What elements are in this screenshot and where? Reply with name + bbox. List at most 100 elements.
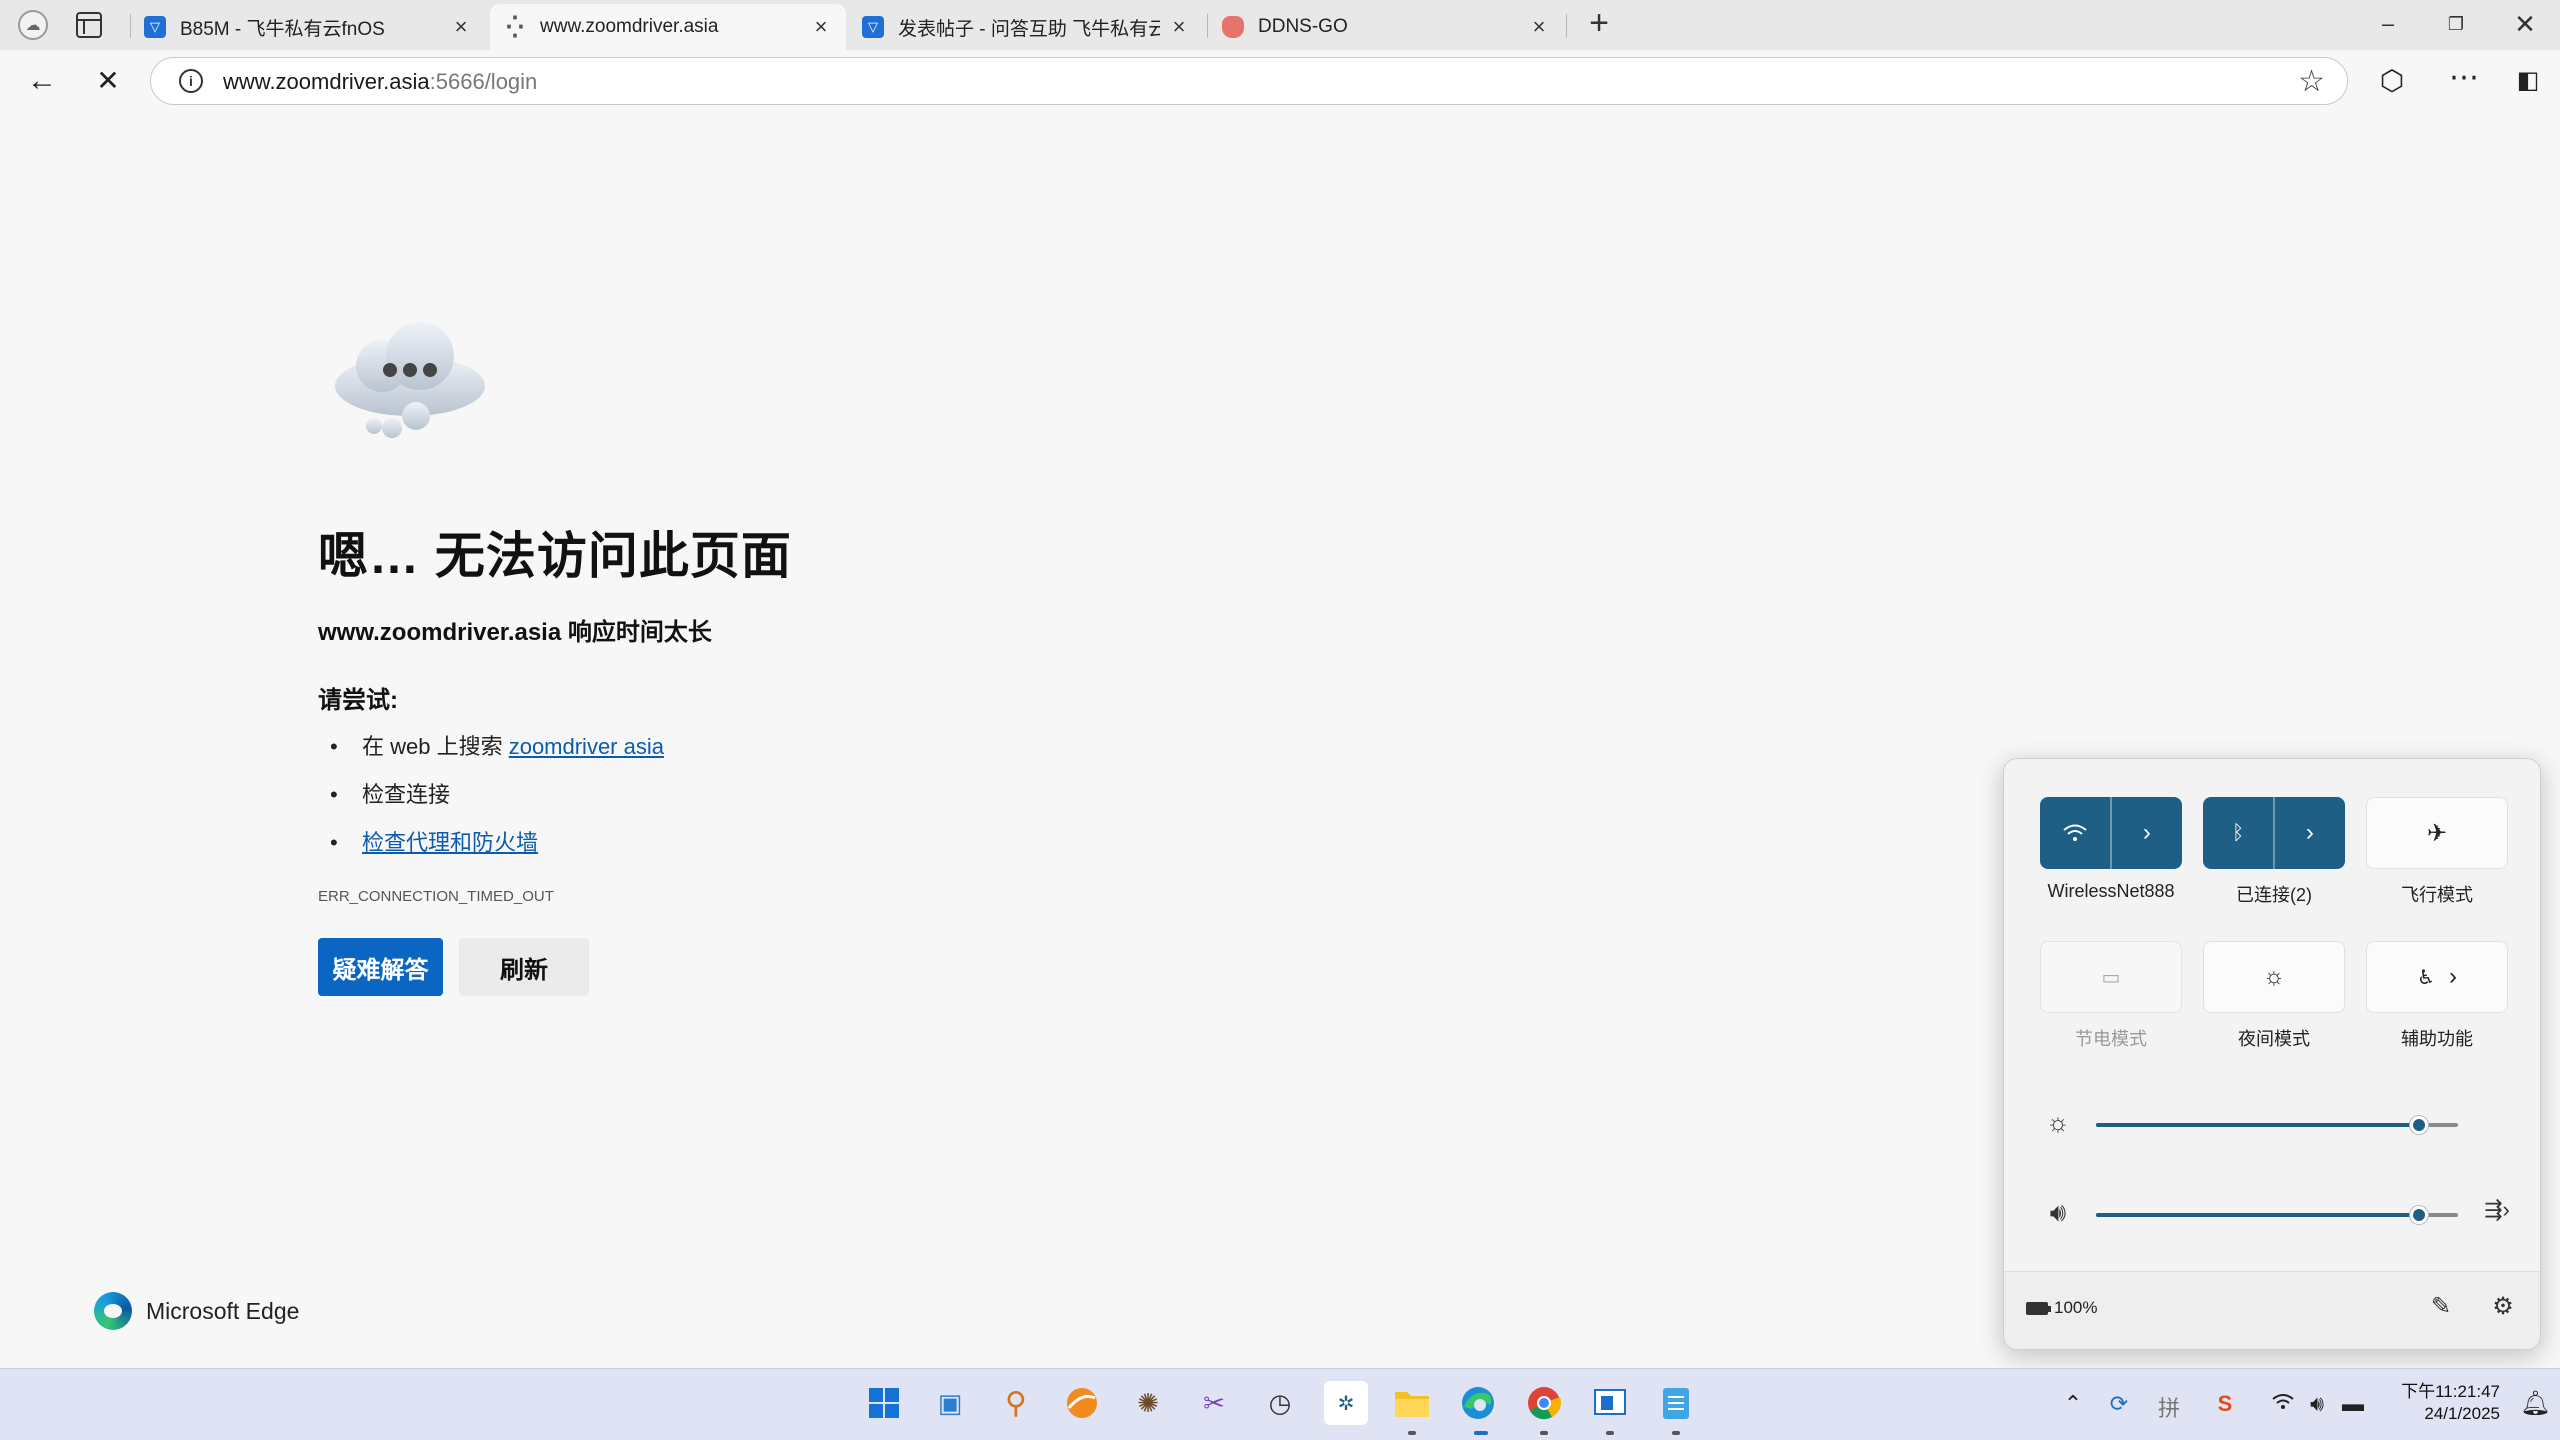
chrome-browser-icon[interactable]: [1522, 1381, 1566, 1425]
taskbar: ▣ ⚲ ✺ ✂ ◷ ✲ ⌃ ⟳ 拼 S 🔊︎ ▬ 下午11:21:47 24/1…: [0, 1368, 2560, 1440]
input-method-icon[interactable]: 拼: [2154, 1391, 2184, 1423]
suggestion-check-connection: 检查连接: [318, 776, 664, 824]
edge-logo-icon: [94, 1292, 132, 1330]
check-connection-text: 检查连接: [362, 782, 451, 807]
night-light-label: 夜间模式: [2238, 1029, 2310, 1049]
url-host: www.zoomdriver.asia: [223, 69, 430, 94]
favorite-star-icon[interactable]: ☆: [2298, 64, 2325, 99]
accessibility-tile[interactable]: ♿ ›: [2366, 941, 2508, 1013]
airplane-mode-tile[interactable]: ✈: [2366, 797, 2508, 869]
battery-percent: 100%: [2054, 1298, 2098, 1317]
check-proxy-link[interactable]: 检查代理和防火墙: [362, 830, 538, 855]
remote-desktop-icon[interactable]: [1588, 1381, 1632, 1425]
notification-bell-icon[interactable]: 🔔︎: [2520, 1389, 2550, 1418]
clock-app-icon[interactable]: ◷: [1258, 1381, 1302, 1425]
file-explorer-icon[interactable]: [1390, 1381, 1434, 1425]
tray-wifi-icon[interactable]: [2268, 1391, 2298, 1417]
close-tab-icon[interactable]: ×: [450, 16, 472, 38]
brand-name: Microsoft Edge: [146, 1297, 300, 1324]
wifi-label: WirelessNet888: [2047, 881, 2175, 901]
close-tab-icon[interactable]: ×: [810, 16, 832, 38]
brightness-thumb[interactable]: [2409, 1116, 2428, 1134]
loading-spinner-icon: ⁛: [506, 16, 524, 39]
close-window-icon[interactable]: ✕: [2505, 8, 2545, 40]
site-info-icon[interactable]: i: [179, 69, 203, 93]
battery-saver-tile[interactable]: ▭: [2040, 941, 2182, 1013]
cloud-error-icon: [335, 322, 485, 438]
wifi-icon[interactable]: [2040, 797, 2110, 869]
tab-title: B85M - 飞牛私有云fnOS: [180, 18, 385, 40]
stop-loading-icon[interactable]: ✕: [88, 61, 128, 101]
volume-thumb[interactable]: [2409, 1206, 2428, 1224]
settings-gear-icon[interactable]: ⚙: [2486, 1292, 2520, 1321]
running-indicator: [1672, 1431, 1680, 1435]
search-link[interactable]: zoomdriver asia: [509, 734, 664, 759]
restore-icon[interactable]: ❐: [2436, 8, 2476, 40]
sidebar-toggle-icon[interactable]: ◧: [2508, 61, 2548, 101]
volume-slider[interactable]: [2096, 1206, 2458, 1224]
accessibility-icon: ♿: [2417, 966, 2435, 989]
game-app-icon[interactable]: ✺: [1126, 1381, 1170, 1425]
running-indicator: [1606, 1431, 1614, 1435]
tab-fnos[interactable]: ▽ B85M - 飞牛私有云fnOS ×: [130, 4, 486, 50]
orange-app-icon[interactable]: [1060, 1381, 1104, 1425]
close-tab-icon[interactable]: ×: [1528, 16, 1550, 38]
url-path: :5666/login: [429, 69, 538, 94]
running-indicator: [1540, 1431, 1548, 1435]
suggestion-search: 在 web 上搜索 zoomdriver asia: [318, 728, 664, 776]
night-light-tile[interactable]: ☼: [2203, 941, 2345, 1013]
ddns-go-favicon-icon: [1222, 16, 1244, 38]
more-options-icon[interactable]: ⋯: [2444, 58, 2484, 98]
chevron-right-icon[interactable]: ›: [2275, 797, 2345, 869]
chevron-right-icon[interactable]: ›: [2112, 797, 2182, 869]
refresh-button[interactable]: 刷新: [459, 938, 589, 996]
system-clock[interactable]: 下午11:21:47 24/1/2025: [2384, 1381, 2500, 1425]
tray-volume-icon[interactable]: 🔊︎: [2302, 1391, 2332, 1417]
search-magnifier-icon[interactable]: ⚲: [994, 1381, 1038, 1425]
show-hidden-icons-chevron-icon[interactable]: ⌃: [2058, 1391, 2088, 1417]
volume-icon[interactable]: 🔊︎: [2040, 1197, 2076, 1229]
troubleshoot-button[interactable]: 疑难解答: [318, 938, 443, 996]
airplane-label: 飞行模式: [2401, 885, 2473, 905]
sync-icon[interactable]: ⟳: [2104, 1391, 2134, 1417]
error-code: ERR_CONNECTION_TIMED_OUT: [318, 888, 554, 905]
address-url[interactable]: www.zoomdriver.asia:5666/login: [223, 69, 537, 95]
tab-ddns-go[interactable]: DDNS-GO ×: [1208, 4, 1564, 50]
tab-post[interactable]: ▽ 发表帖子 - 问答互助 飞牛私有云fnOS ×: [848, 4, 1204, 50]
brightness-icon: ☼: [2046, 1107, 2070, 1137]
battery-icon: [2026, 1301, 2051, 1315]
start-windows-icon[interactable]: [862, 1381, 906, 1425]
new-tab-button[interactable]: +: [1583, 6, 1615, 40]
notepad-icon[interactable]: [1654, 1381, 1698, 1425]
extensions-icon[interactable]: ⬡: [2372, 61, 2412, 101]
battery-saver-label: 节电模式: [2075, 1029, 2147, 1049]
tab-strip: ☁ ▽ B85M - 飞牛私有云fnOS × ⁛ www.zoomdriver.…: [0, 0, 2560, 50]
edge-browser-icon[interactable]: [1456, 1381, 1500, 1425]
bluetooth-icon[interactable]: ᛒ: [2203, 797, 2273, 869]
bluetooth-tile[interactable]: ᛒ ›: [2203, 797, 2345, 869]
edge-brand: Microsoft Edge: [94, 1292, 299, 1330]
chevron-right-icon: ›: [2448, 963, 2457, 990]
close-tab-icon[interactable]: ×: [1168, 16, 1190, 38]
fnos-favicon-icon: ▽: [862, 16, 884, 38]
quick-settings-panel: › WirelessNet888 ᛒ › 已连接(2) ✈ 飞行模式 ▭ 节电模…: [2003, 758, 2541, 1350]
audio-output-icon[interactable]: ⇶›: [2474, 1197, 2520, 1223]
battery-status[interactable]: 100%: [2026, 1298, 2097, 1318]
sogou-input-icon[interactable]: S: [2210, 1391, 2240, 1417]
tab-zoomdriver[interactable]: ⁛ www.zoomdriver.asia ×: [490, 4, 846, 50]
edit-pencil-icon[interactable]: ✎: [2424, 1292, 2458, 1321]
browser-toolbar: ← ✕ i www.zoomdriver.asia:5666/login ☆ ⬡…: [0, 50, 2560, 112]
back-arrow-icon[interactable]: ←: [22, 61, 62, 101]
utility-app-icon[interactable]: ✲: [1324, 1381, 1368, 1425]
address-bar[interactable]: i www.zoomdriver.asia:5666/login ☆: [150, 57, 2348, 105]
wifi-tile[interactable]: ›: [2040, 797, 2182, 869]
minimize-icon[interactable]: –: [2368, 8, 2408, 40]
control-panel-icon[interactable]: ▣: [928, 1381, 972, 1425]
profile-avatar-icon[interactable]: ☁: [18, 10, 48, 40]
tray-battery-icon[interactable]: ▬: [2338, 1391, 2368, 1417]
volume-fill: [2096, 1213, 2422, 1217]
battery-saver-icon: ▭: [2101, 966, 2121, 989]
tab-actions-icon[interactable]: [76, 12, 102, 38]
brightness-slider[interactable]: [2096, 1116, 2458, 1134]
snipping-tool-icon[interactable]: ✂: [1192, 1381, 1236, 1425]
